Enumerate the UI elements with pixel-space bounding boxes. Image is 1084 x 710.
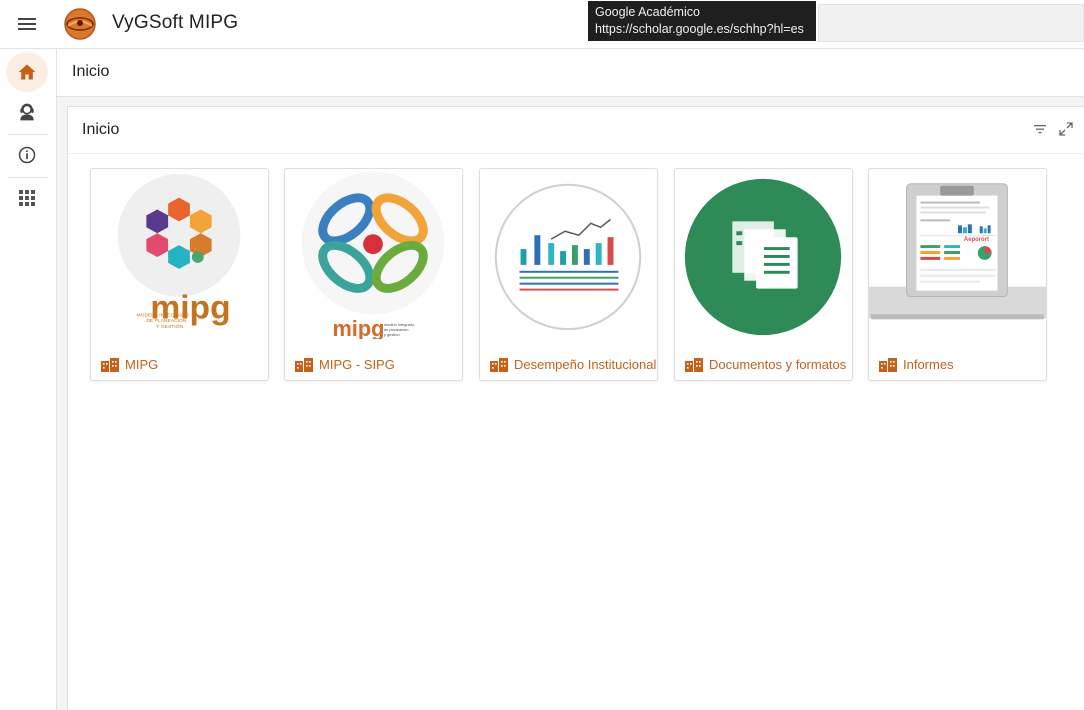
card-mipg[interactable]: mipg MODELO INTEGRADO DE PLANEACIÓN Y GE… [90,168,269,381]
menu-icon[interactable] [14,12,40,36]
card-title: MIPG [125,357,159,372]
performance-chart-image [494,183,642,331]
building-icon [295,357,313,372]
card-label: Desempeño Institucional [490,357,656,372]
card-title: Documentos y formatos [709,357,847,372]
card-documentos-formatos[interactable]: Documentos y formatos [674,168,853,381]
card-title: MIPG - SIPG [319,357,395,372]
card-mipg-sipg[interactable]: mipg modelo integrado de planeación y ge… [284,168,463,381]
panel-header: Inicio [68,107,1084,154]
card-title: Desempeño Institucional [514,357,657,372]
top-bar: VyGSoft MIPG Google Académico https://sc… [0,0,1084,49]
mipg-caption: MODELO INTEGRADO [136,312,188,318]
building-icon [101,357,119,372]
user-support-icon [20,103,34,121]
documents-image [684,178,842,336]
building-icon [879,357,897,372]
building-icon [490,357,508,372]
tooltip-url: https://scholar.google.es/schhp?hl=es [595,22,804,36]
breadcrumb: Inicio [57,49,1084,97]
sidebar-item-info[interactable] [6,135,48,175]
mipg-caption: Y GESTIÓN [156,323,183,330]
sidebar-item-home[interactable] [6,52,48,92]
home-icon [18,64,36,80]
filter-icon[interactable] [1032,121,1048,137]
top-search-area[interactable] [818,4,1084,42]
card-label: MIPG [101,357,158,372]
panel-title: Inicio [82,121,120,138]
card-label: MIPG - SIPG [295,357,395,372]
report-clipboard-image: Aeporort [869,183,1046,320]
sipg-wordmark: mipg [332,316,384,339]
link-tooltip: Google Académico https://scholar.google.… [588,1,816,41]
card-label: Documentos y formatos [685,357,846,372]
sipg-logo-image: mipg modelo integrado de planeación y ge… [301,171,445,339]
app-logo [64,8,96,40]
mipg-caption: DE PLANEACIÓN [146,317,186,324]
tooltip-title: Google Académico [595,5,700,19]
page-title: Inicio [72,63,110,80]
sipg-caption: y gestión [384,332,400,337]
card-informes[interactable]: Aeporort Informes [868,168,1047,381]
card-desempeno-institucional[interactable]: Desempeño Institucional [479,168,658,381]
card-title: Informes [903,357,954,372]
card-label: Informes [879,357,954,372]
info-icon [18,146,36,164]
fullscreen-icon[interactable] [1058,121,1074,137]
sidebar-item-support[interactable] [6,92,48,132]
building-icon [685,357,703,372]
app-title: VyGSoft MIPG [112,12,239,33]
sidebar [0,49,57,710]
mipg-logo-image: mipg MODELO INTEGRADO DE PLANEACIÓN Y GE… [117,173,241,330]
report-heading: Aeporort [964,237,989,243]
apps-grid-icon [19,190,35,206]
sidebar-item-apps[interactable] [6,178,48,218]
